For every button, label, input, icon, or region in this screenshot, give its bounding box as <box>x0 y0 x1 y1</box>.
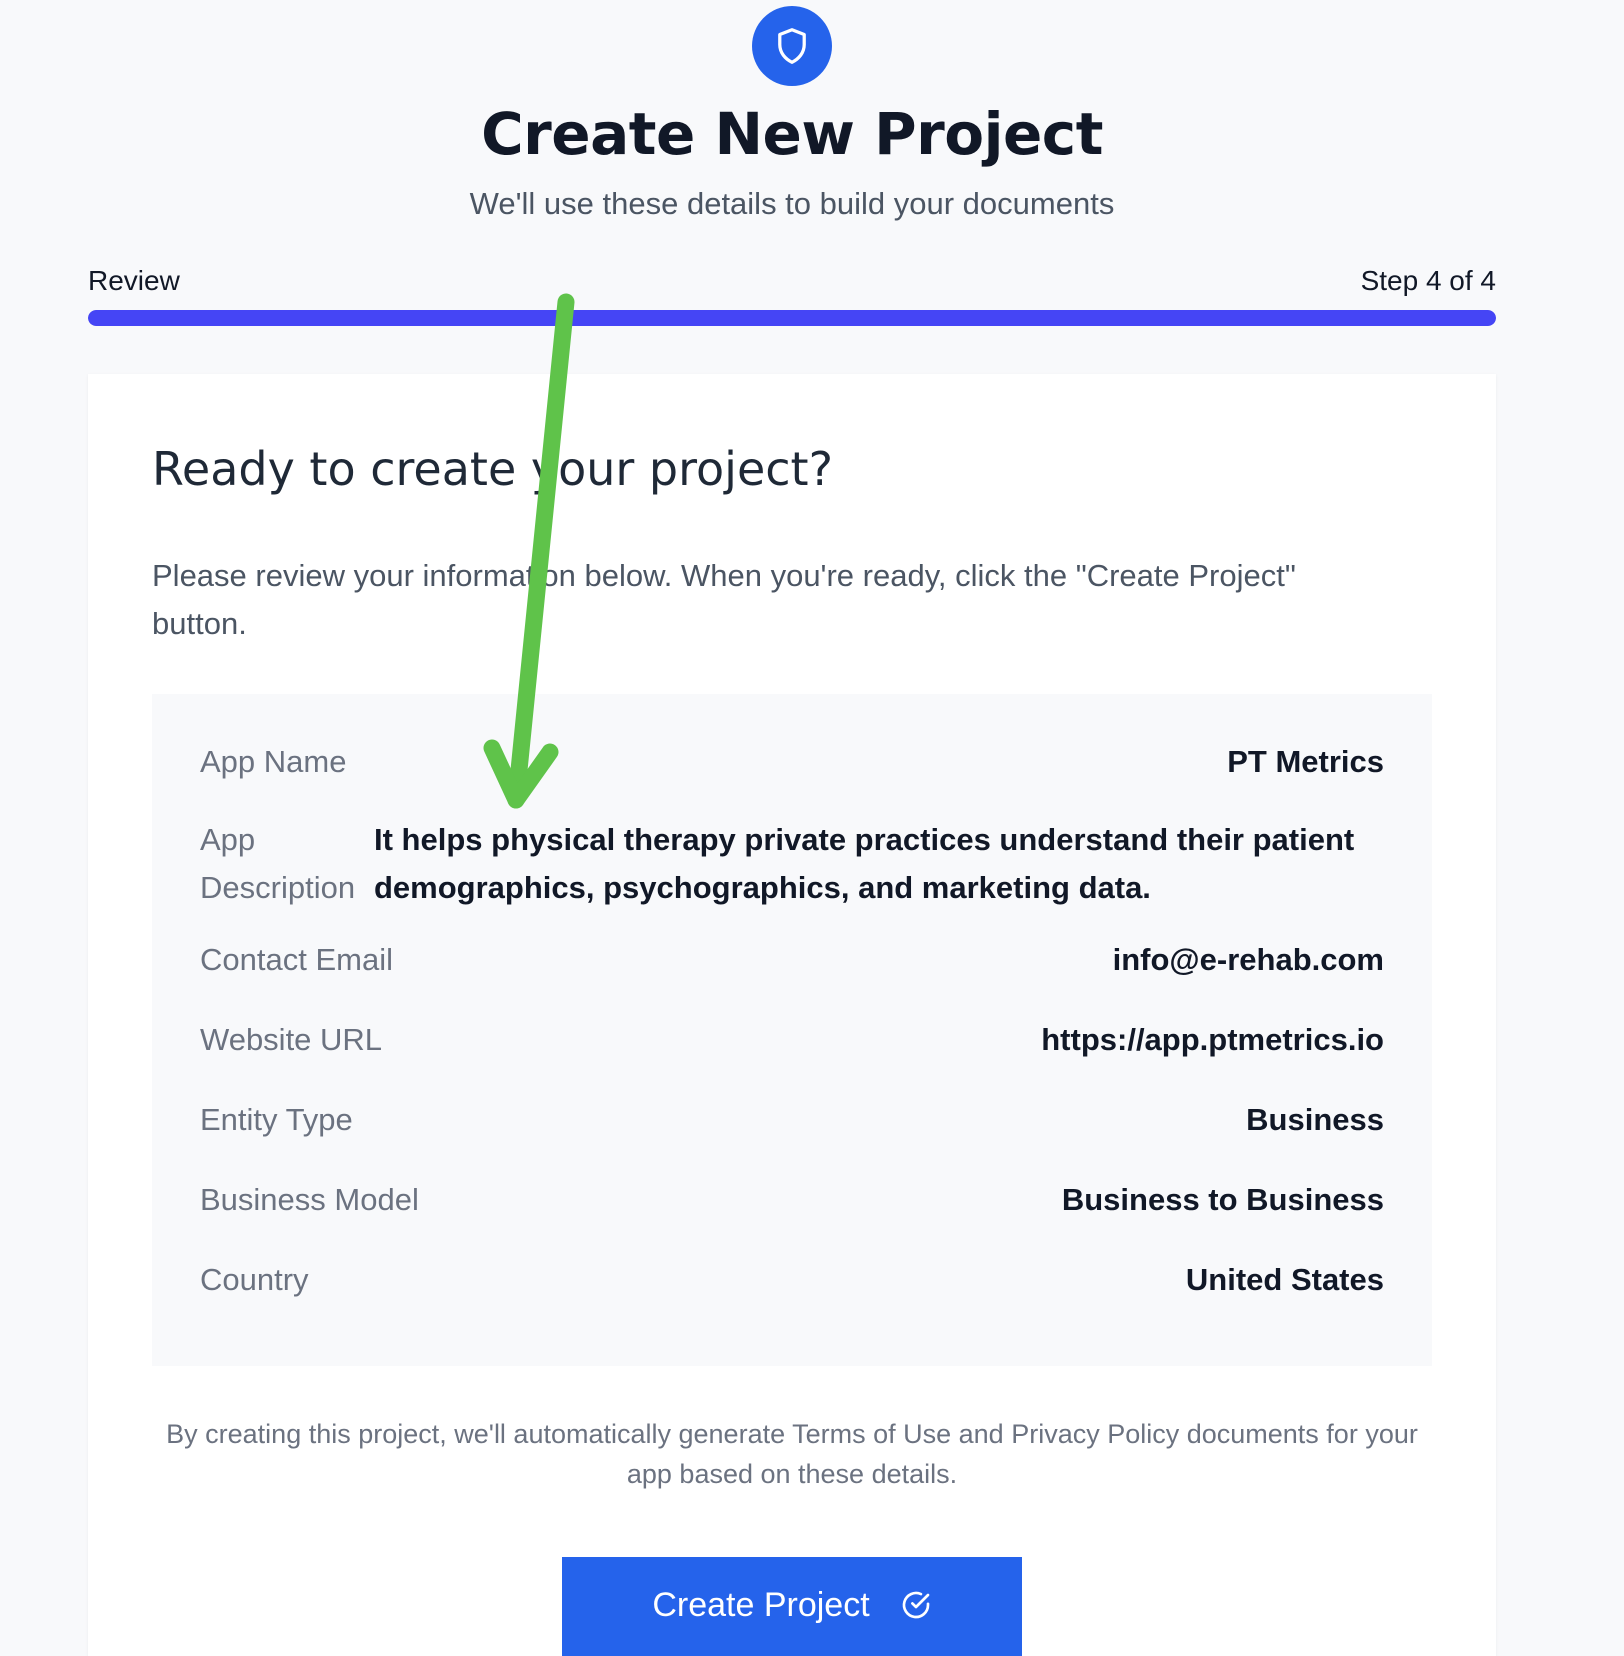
page-subtitle: We'll use these details to build your do… <box>469 186 1115 221</box>
step-label: Review <box>88 265 180 296</box>
summary-row-entity-type: Entity Type Business <box>200 1102 1384 1138</box>
review-summary: App Name PT Metrics App Description It h… <box>152 694 1432 1366</box>
shield-icon <box>778 28 806 64</box>
create-project-button-label: Create Project <box>652 1585 870 1624</box>
check-circle-icon <box>902 1591 929 1619</box>
create-project-button[interactable]: Create Project <box>562 1557 1022 1656</box>
summary-label: Website URL <box>200 1022 383 1057</box>
summary-row-website-url: Website URL https://app.ptmetrics.io <box>200 1022 1384 1058</box>
summary-label: App Description <box>200 822 356 905</box>
summary-value: Business to Business <box>1061 1182 1384 1217</box>
footnote: By creating this project, we'll automati… <box>166 1419 1418 1489</box>
logo-badge <box>752 6 832 86</box>
step-count: Step 4 of 4 <box>1360 265 1496 296</box>
card-intro: Please review your information below. Wh… <box>152 558 1296 641</box>
summary-label: Entity Type <box>200 1102 353 1137</box>
summary-row-app-name: App Name PT Metrics <box>200 744 1384 780</box>
summary-label: App Name <box>200 744 347 779</box>
review-card: Ready to create your project? Please rev… <box>88 374 1496 1656</box>
summary-value: It helps physical therapy private practi… <box>374 822 1355 905</box>
progress-bar-fill <box>88 310 1496 326</box>
page-title: Create New Project <box>481 100 1103 168</box>
progress-bar <box>88 310 1496 326</box>
summary-row-app-description: App Description It helps physical therap… <box>200 816 1384 912</box>
card-heading: Ready to create your project? <box>152 442 833 496</box>
page: Create New Project We'll use these detai… <box>0 0 1624 1656</box>
summary-label: Contact Email <box>200 942 393 977</box>
summary-row-contact-email: Contact Email info@e-rehab.com <box>200 942 1384 978</box>
summary-row-business-model: Business Model Business to Business <box>200 1182 1384 1218</box>
summary-value: info@e-rehab.com <box>1112 942 1384 977</box>
summary-label: Business Model <box>200 1182 419 1217</box>
summary-label: Country <box>200 1262 309 1297</box>
summary-value: https://app.ptmetrics.io <box>1041 1022 1384 1057</box>
summary-value: PT Metrics <box>1227 744 1384 779</box>
summary-row-country: Country United States <box>200 1262 1384 1298</box>
summary-value: Business <box>1246 1102 1384 1137</box>
summary-value: United States <box>1185 1262 1384 1297</box>
